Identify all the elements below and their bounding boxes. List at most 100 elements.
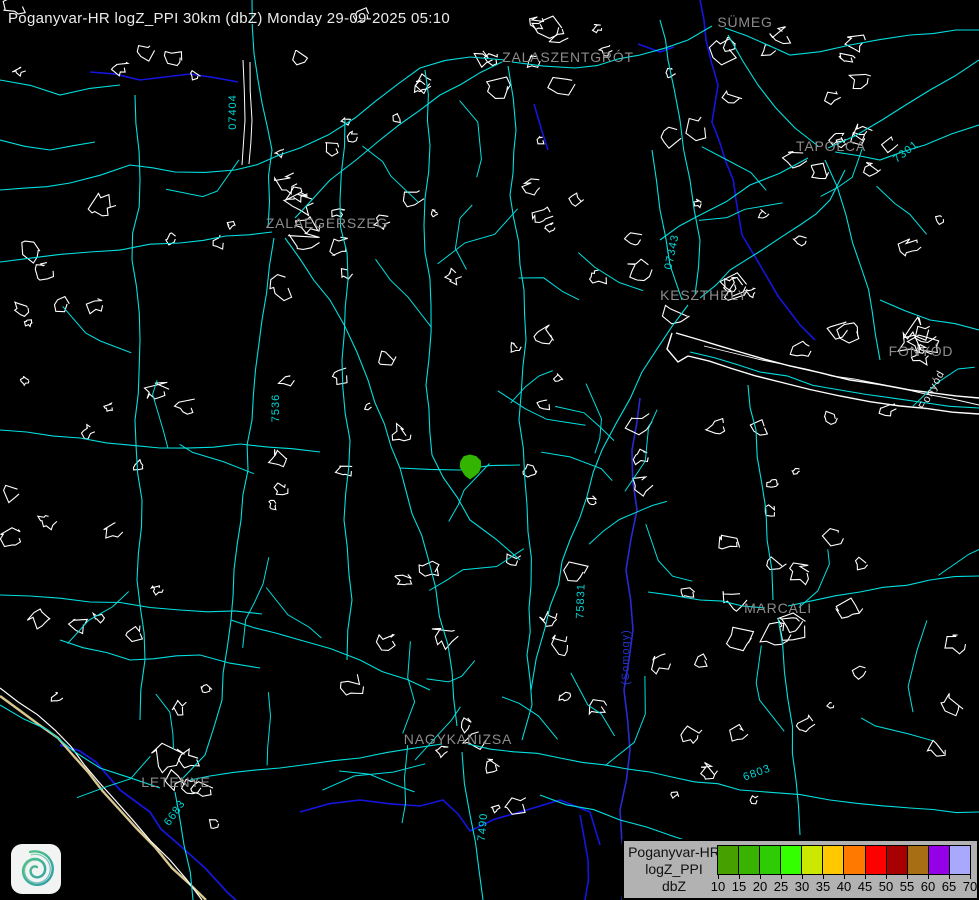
map-line [571, 673, 615, 736]
legend-tick-label: 50 [879, 879, 893, 894]
map-line [756, 646, 784, 732]
settlement-outline [12, 67, 26, 76]
map-line [300, 800, 600, 845]
map-line [243, 557, 269, 648]
road-number-label: 07404 [227, 94, 239, 130]
settlement-outline [35, 263, 53, 280]
legend-tick-label: 20 [753, 879, 767, 894]
settlement-outline [825, 91, 841, 104]
legend-title: Poganyvar-HR logZ_PPI dbZ [628, 844, 720, 895]
settlement-outline [432, 629, 458, 650]
radar-display: Poganyvar-HR logZ_PPI 30km (dbZ) Monday … [0, 0, 979, 900]
settlement-outline [537, 400, 550, 410]
settlement-outline [633, 477, 653, 496]
legend-tick-label: 70 [963, 879, 977, 894]
settlement-outline [341, 269, 352, 279]
settlement-outline [289, 233, 320, 249]
settlement-outline [445, 268, 462, 284]
legend-tick-label: 45 [858, 879, 872, 894]
map-line [322, 764, 425, 790]
settlement-outline [333, 368, 348, 385]
settlement-outline [898, 239, 921, 256]
road-number-label: 7536 [270, 394, 282, 422]
map-line [508, 66, 532, 740]
map-line [403, 641, 415, 733]
city-label: FONYÓD [889, 343, 954, 359]
map-line [90, 72, 238, 82]
shoreline-layer [242, 60, 979, 414]
settlement-outline [652, 654, 671, 674]
legend-panel: Poganyvar-HR logZ_PPI dbZ 10152025303540… [622, 839, 979, 900]
legend-title-line1: Poganyvar-HR [628, 844, 720, 861]
map-line [825, 160, 872, 310]
settlement-outline [227, 222, 235, 230]
radar-map-canvas [0, 0, 979, 900]
settlement-outline [0, 528, 20, 547]
city-label: MARCALI [744, 600, 812, 616]
map-line [788, 576, 979, 606]
settlement-outline [393, 114, 400, 123]
settlement-outline [82, 425, 95, 439]
legend-tick-label: 35 [816, 879, 830, 894]
settlement-outline [487, 77, 511, 98]
settlement-outline [790, 563, 809, 585]
settlement-outline [104, 403, 112, 411]
map-line [156, 694, 174, 749]
legend-color-scale [717, 845, 971, 875]
city-label: ZALAEGERSZEG [266, 215, 388, 231]
map-line [580, 815, 588, 900]
settlement-outline [864, 163, 881, 177]
map-line [586, 384, 602, 454]
settlement-outline [51, 692, 63, 701]
map-line [376, 259, 432, 327]
settlement-outline [15, 302, 29, 316]
settlement-outline [275, 173, 297, 194]
map-line [180, 444, 254, 473]
legend-color-cell [760, 846, 781, 874]
settlement-outline [936, 216, 944, 225]
legend-color-cell [802, 846, 823, 874]
map-line [249, 62, 252, 164]
settlement-outline [522, 179, 540, 195]
settlement-outline [625, 233, 643, 245]
map-line [0, 80, 120, 95]
road-number-label: 75831 [574, 583, 587, 619]
settlement-outline [486, 759, 500, 773]
settlement-outline [554, 374, 564, 381]
map-line [828, 60, 979, 148]
map-line [266, 588, 321, 639]
settlement-outline [403, 191, 424, 207]
settlement-outline [279, 376, 295, 386]
map-line [252, 0, 272, 228]
settlement-outline [671, 792, 679, 798]
map-line [667, 333, 688, 362]
settlement-outline [758, 209, 769, 218]
city-label: ZALASZENTGRÓT [502, 49, 634, 65]
legend-color-cell [887, 846, 908, 874]
settlement-outline [126, 626, 142, 642]
settlement-outline [719, 535, 740, 549]
legend-color-cell [823, 846, 844, 874]
legend-tick-label: 40 [837, 879, 851, 894]
map-line [534, 104, 548, 150]
settlement-outline [270, 275, 292, 301]
city-label: LETENYE [141, 774, 210, 790]
city-label: NAGYKANIZSA [404, 731, 512, 747]
map-line [578, 253, 643, 291]
roads-layer [0, 0, 979, 900]
settlement-outline [172, 700, 186, 715]
map-line [700, 0, 742, 235]
map-line [700, 170, 845, 298]
settlement-outline [836, 598, 863, 618]
settlement-outline [811, 163, 828, 178]
map-line [605, 676, 645, 766]
settlement-outline [392, 424, 411, 441]
map-line [0, 430, 320, 452]
city-label: KESZTHELY [660, 287, 748, 303]
legend-tick-label: 10 [711, 879, 725, 894]
settlement-outline [837, 323, 859, 343]
legend-color-cell [718, 846, 739, 874]
settlement-outline [559, 692, 571, 701]
settlement-outline [210, 820, 219, 829]
map-line [438, 209, 518, 264]
